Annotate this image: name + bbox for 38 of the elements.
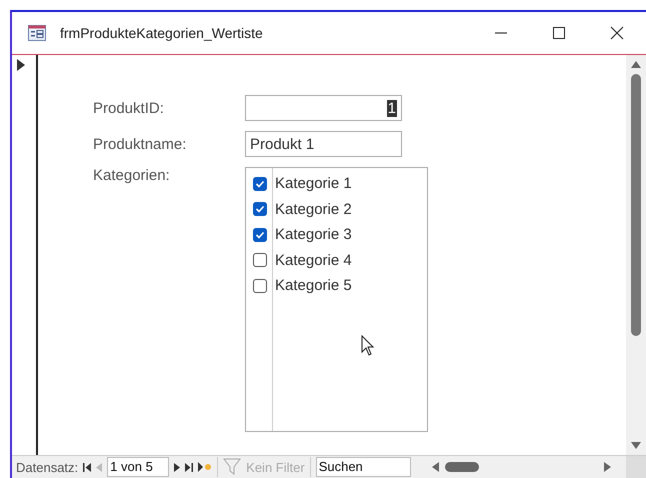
checkbox[interactable] [253,278,267,293]
checkbox[interactable] [253,176,267,191]
scroll-up-icon[interactable] [631,61,641,68]
form-icon [28,25,46,41]
id-field[interactable]: 1 [245,95,402,121]
checkbox[interactable] [253,228,267,242]
first-record-icon[interactable] [83,462,92,472]
minimize-icon [494,32,508,34]
checkmark-icon [255,204,265,214]
scroll-down-icon[interactable] [631,442,641,449]
record-pointer-icon [17,59,25,71]
search-field[interactable]: Suchen [316,457,411,477]
field-label: Kategorien: [93,167,171,184]
category-item[interactable]: Kategorie 5 [275,277,352,294]
mouse-pointer-icon [361,335,375,357]
category-item[interactable]: Kategorie 3 [275,226,352,244]
category-item[interactable]: Kategorie 4 [275,252,352,269]
scrollbar-corner [626,456,646,478]
checkbox[interactable] [253,253,267,268]
last-record-icon[interactable] [185,462,194,472]
scroll-right-icon[interactable] [604,462,611,472]
field-label: ProduktID: [93,100,165,116]
field-label: Produktname: [93,136,188,152]
record-number-field[interactable]: 1 von 5 [107,457,170,477]
checkmark-icon [255,230,265,240]
checkbox[interactable] [253,202,267,216]
window-title: frmProdukteKategorien_Wertiste [60,25,263,41]
category-item[interactable]: Kategorie 2 [275,200,352,218]
vertical-scrollbar[interactable] [626,55,646,455]
name-field[interactable]: Produkt 1 [245,131,402,157]
maximize-icon [552,26,566,40]
category-item[interactable]: Kategorie 1 [275,175,352,192]
checkmark-icon [255,178,265,189]
next-record-icon[interactable] [174,462,180,472]
new-record-icon[interactable] [198,462,212,472]
scroll-left-icon[interactable] [432,462,439,472]
record-label: Datensatz: [16,460,78,474]
close-icon [610,26,624,40]
